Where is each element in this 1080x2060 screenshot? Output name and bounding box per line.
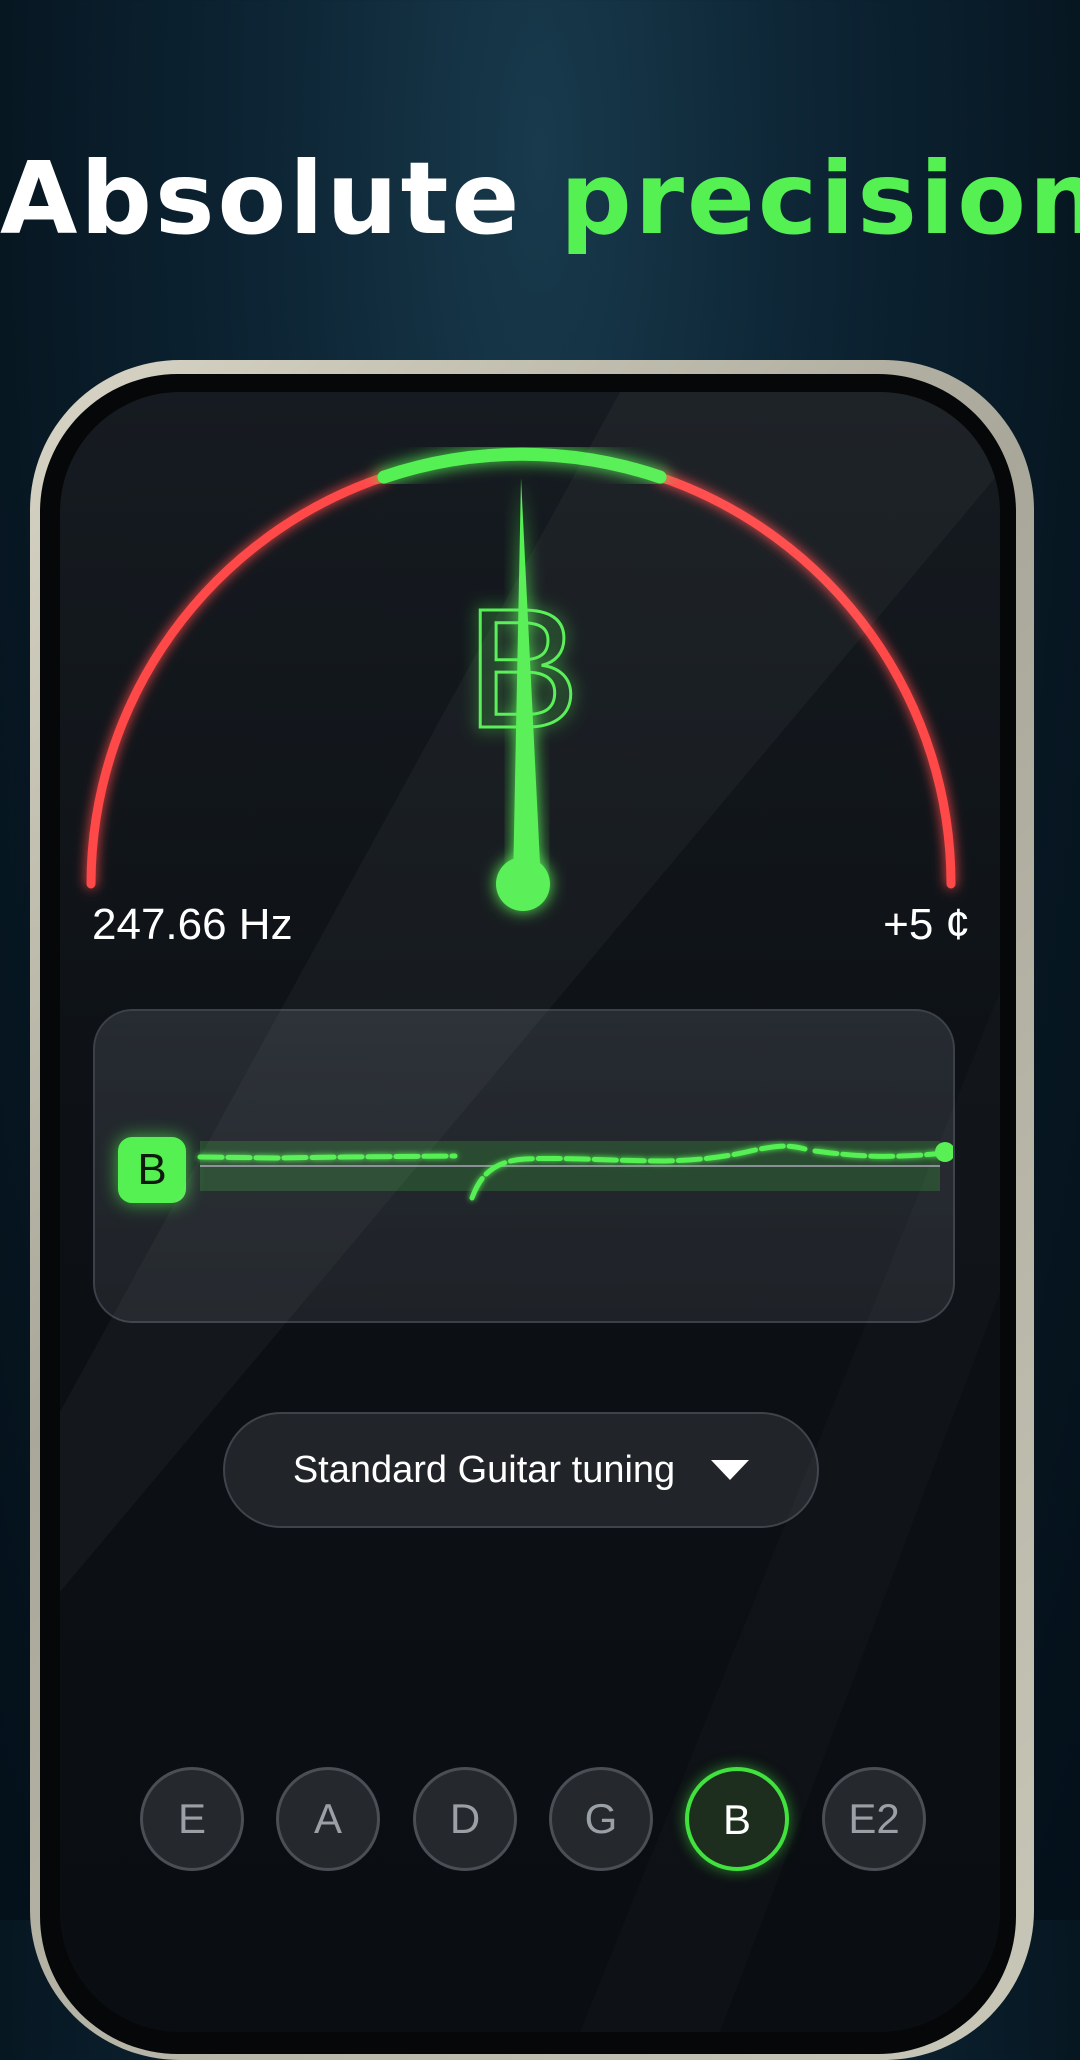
string-button-b[interactable]: B: [685, 1767, 789, 1871]
phone-screen: B 247.66 Hz +5 ¢ B Standard Guitar tunin…: [60, 392, 1000, 2032]
string-button-d[interactable]: D: [413, 1767, 517, 1871]
headline: Absolute precision: [0, 140, 1080, 257]
headline-word-2: precision: [560, 140, 1080, 257]
needle-pivot: [496, 857, 550, 911]
string-button-a[interactable]: A: [276, 1767, 380, 1871]
frequency-readout: 247.66 Hz: [92, 900, 293, 949]
string-button-e2[interactable]: E2: [822, 1767, 926, 1871]
gauge-arc-sharp: [655, 472, 956, 889]
pitch-history-panel: B: [93, 1009, 955, 1323]
pitch-history-graph: [197, 1141, 953, 1201]
gauge-arc-flat: [86, 472, 389, 889]
cents-readout: +5 ¢: [883, 900, 970, 949]
tuner-gauge: B: [86, 447, 956, 911]
string-button-g[interactable]: G: [549, 1767, 653, 1871]
headline-word-1: Absolute: [0, 140, 523, 257]
tuning-selector-label: Standard Guitar tuning: [292, 1448, 676, 1491]
string-selector: E A D G B E2: [60, 1767, 1000, 1877]
string-button-e[interactable]: E: [140, 1767, 244, 1871]
gauge-arc-in-tune: [377, 447, 667, 484]
chevron-down-icon: [711, 1460, 750, 1480]
history-note-badge: B: [118, 1137, 186, 1203]
tuning-selector[interactable]: Standard Guitar tuning: [223, 1412, 819, 1528]
